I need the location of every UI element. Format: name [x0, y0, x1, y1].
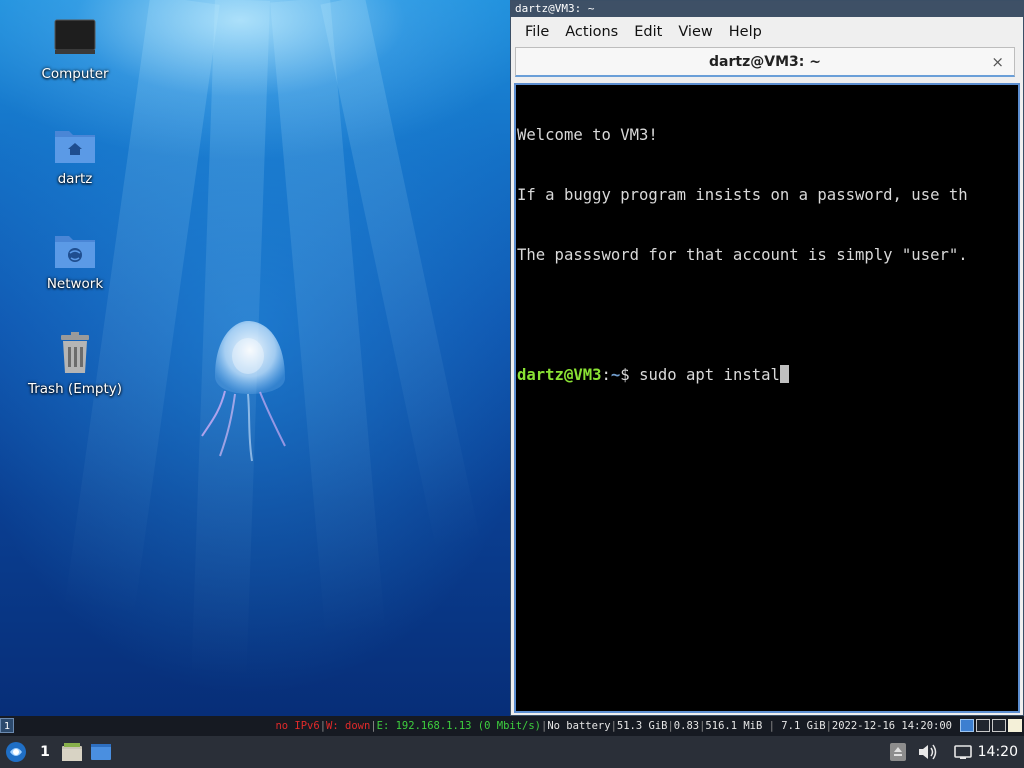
terminal-prompt-line[interactable]: dartz@VM3:~$ sudo apt instal: [517, 365, 1018, 385]
menu-help[interactable]: Help: [721, 19, 770, 45]
status-tray: [960, 719, 1022, 732]
status-datetime: 2022-12-16 14:20:00: [831, 720, 952, 732]
status-items: no IPv6|W: down|E: 192.168.1.13 (0 Mbit/…: [275, 720, 952, 732]
volume-icon: [919, 744, 937, 760]
workspace-switcher[interactable]: 1: [36, 740, 54, 764]
lxqt-logo-icon: [6, 742, 26, 762]
status-bar: 1 no IPv6|W: down|E: 192.168.1.13 (0 Mbi…: [0, 716, 1024, 736]
prompt-separator: :: [601, 366, 611, 384]
workspace-indicator[interactable]: 1: [0, 718, 14, 733]
status-ipv6: no IPv6: [275, 720, 320, 732]
trash-icon: [61, 332, 89, 373]
network-connection-icon: [954, 745, 972, 759]
status-wifi: W: down: [326, 720, 371, 732]
notes-icon[interactable]: [1008, 719, 1022, 732]
terminal-line: If a buggy program insists on a password…: [517, 186, 968, 204]
menu-edit[interactable]: Edit: [626, 19, 670, 45]
taskbar: 1 14:20: [0, 736, 1024, 768]
prompt-path: ~: [610, 366, 621, 384]
jellyfish-image: [201, 321, 286, 462]
terminal-output[interactable]: Welcome to VM3! If a buggy program insis…: [514, 83, 1020, 713]
terminal-line: The passsword for that account is simply…: [517, 246, 968, 264]
status-memory-used: 516.1 MiB: [705, 720, 763, 732]
prompt-user-host: dartz@VM3: [517, 366, 602, 384]
desktop-icon-computer[interactable]: Computer: [20, 16, 130, 82]
removable-drive-button[interactable]: [888, 740, 908, 764]
app-menu-button[interactable]: [4, 740, 28, 764]
text-cursor: [779, 365, 789, 383]
window-layout-icon[interactable]: [992, 719, 1006, 732]
menu-file[interactable]: File: [517, 19, 557, 45]
desktop-icon-label: Trash (Empty): [27, 381, 123, 397]
removable-drive-icon: [890, 743, 906, 761]
status-battery: No battery: [547, 720, 611, 732]
desktop-icon-home[interactable]: dartz: [20, 121, 130, 187]
home-folder-icon: [55, 131, 95, 163]
desktop-icon-trash[interactable]: Trash (Empty): [20, 331, 130, 397]
typed-command: sudo apt instal: [639, 366, 780, 384]
desktop-icon-label: dartz: [57, 171, 93, 187]
menu-bar: File Actions Edit View Help: [511, 17, 1023, 47]
menu-actions[interactable]: Actions: [557, 19, 626, 45]
desktop-icon-network[interactable]: Network: [20, 226, 130, 292]
terminal-tab[interactable]: dartz@VM3: ~ ×: [515, 47, 1015, 77]
status-memory-total: 7.1 GiB: [781, 720, 826, 732]
network-status-icon[interactable]: [960, 719, 974, 732]
taskbar-clock[interactable]: 14:20: [978, 736, 1018, 768]
window-layout-icon[interactable]: [976, 719, 990, 732]
volume-button[interactable]: [916, 740, 938, 764]
tab-title: dartz@VM3: ~: [709, 54, 821, 70]
status-disk: 51.3 GiB: [616, 720, 668, 732]
desktop-icon-label: Network: [46, 276, 104, 292]
menu-view[interactable]: View: [670, 19, 720, 45]
show-desktop-button[interactable]: [89, 740, 113, 764]
status-ethernet: E: 192.168.1.13 (0 Mbit/s): [376, 720, 542, 732]
network-folder-icon: [55, 236, 95, 268]
prompt-symbol: $: [620, 366, 640, 384]
file-manager-launcher[interactable]: [60, 740, 84, 764]
desktop-icon: [91, 744, 111, 760]
computer-icon: [54, 19, 96, 54]
desktop-icon-label: Computer: [41, 66, 109, 82]
terminal-line: Welcome to VM3!: [517, 126, 658, 144]
terminal-window[interactable]: dartz@VM3: ~ File Actions Edit View Help…: [510, 0, 1024, 716]
window-titlebar[interactable]: dartz@VM3: ~: [511, 1, 1023, 17]
file-manager-icon: [62, 743, 82, 761]
status-load: 0.83: [673, 720, 700, 732]
tab-bar: dartz@VM3: ~ ×: [511, 47, 1023, 81]
network-connection-button[interactable]: [952, 740, 974, 764]
close-icon[interactable]: ×: [991, 48, 1004, 76]
